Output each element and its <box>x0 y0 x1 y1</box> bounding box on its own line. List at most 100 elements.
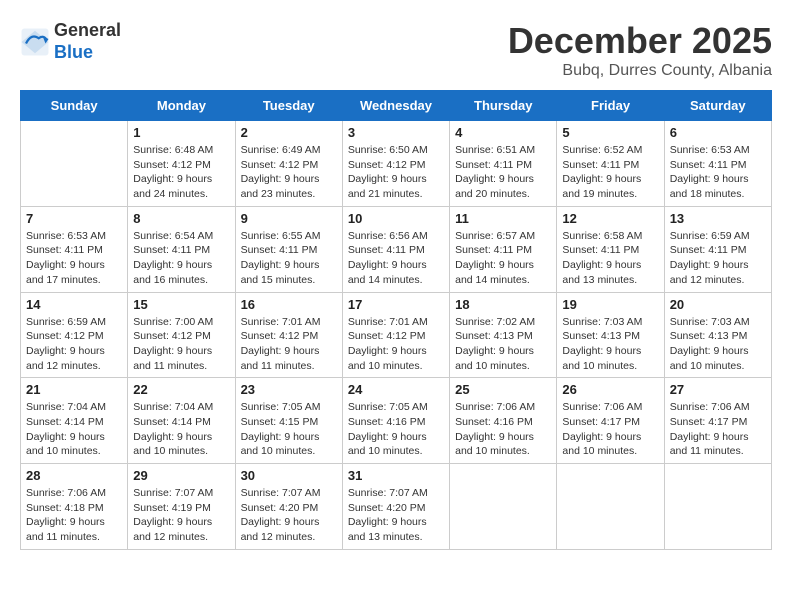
cell-info: Sunrise: 6:53 AM Sunset: 4:11 PM Dayligh… <box>670 143 766 202</box>
calendar-header-row: SundayMondayTuesdayWednesdayThursdayFrid… <box>21 91 772 121</box>
date-number: 10 <box>348 211 444 226</box>
cell-info: Sunrise: 7:00 AM Sunset: 4:12 PM Dayligh… <box>133 315 229 374</box>
date-number: 27 <box>670 382 766 397</box>
calendar-cell: 27 Sunrise: 7:06 AM Sunset: 4:17 PM Dayli… <box>664 378 771 464</box>
cell-info: Sunrise: 6:57 AM Sunset: 4:11 PM Dayligh… <box>455 229 551 288</box>
day-header-sunday: Sunday <box>21 91 128 121</box>
date-number: 12 <box>562 211 658 226</box>
calendar-cell: 17Sunrise: 7:01 AM Sunset: 4:12 PM Dayli… <box>342 292 449 378</box>
date-number: 14 <box>26 297 122 312</box>
page-header: General Blue December 2025 Bubq, Durres … <box>20 20 772 80</box>
date-number: 30 <box>241 468 337 483</box>
calendar-cell: 30 Sunrise: 7:07 AM Sunset: 4:20 PM Dayli… <box>235 464 342 550</box>
cell-info: Sunrise: 7:02 AM Sunset: 4:13 PM Dayligh… <box>455 315 551 374</box>
cell-info: Sunrise: 6:53 AM Sunset: 4:11 PM Dayligh… <box>26 229 122 288</box>
calendar-cell: 6 Sunrise: 6:53 AM Sunset: 4:11 PM Daylig… <box>664 121 771 207</box>
date-number: 23 <box>241 382 337 397</box>
date-number: 2 <box>241 125 337 140</box>
date-number: 6 <box>670 125 766 140</box>
page-title: December 2025 <box>508 20 772 62</box>
day-header-thursday: Thursday <box>450 91 557 121</box>
calendar-cell: 1 Sunrise: 6:48 AM Sunset: 4:12 PM Daylig… <box>128 121 235 207</box>
cell-info: Sunrise: 7:07 AM Sunset: 4:20 PM Dayligh… <box>241 486 337 545</box>
cell-info: Sunrise: 6:56 AM Sunset: 4:11 PM Dayligh… <box>348 229 444 288</box>
day-header-wednesday: Wednesday <box>342 91 449 121</box>
calendar-week-row: 14Sunrise: 6:59 AM Sunset: 4:12 PM Dayli… <box>21 292 772 378</box>
calendar-cell: 3 Sunrise: 6:50 AM Sunset: 4:12 PM Daylig… <box>342 121 449 207</box>
cell-info: Sunrise: 7:01 AM Sunset: 4:12 PM Dayligh… <box>241 315 337 374</box>
calendar-cell: 31Sunrise: 7:07 AM Sunset: 4:20 PM Dayli… <box>342 464 449 550</box>
calendar-cell: 19Sunrise: 7:03 AM Sunset: 4:13 PM Dayli… <box>557 292 664 378</box>
date-number: 25 <box>455 382 551 397</box>
calendar-cell: 13 Sunrise: 6:59 AM Sunset: 4:11 PM Dayli… <box>664 206 771 292</box>
logo-general-text: General <box>54 20 121 40</box>
cell-info: Sunrise: 7:03 AM Sunset: 4:13 PM Dayligh… <box>670 315 766 374</box>
date-number: 13 <box>670 211 766 226</box>
logo-icon <box>20 27 50 57</box>
calendar-cell: 20 Sunrise: 7:03 AM Sunset: 4:13 PM Dayli… <box>664 292 771 378</box>
date-number: 4 <box>455 125 551 140</box>
cell-info: Sunrise: 7:05 AM Sunset: 4:15 PM Dayligh… <box>241 400 337 459</box>
calendar-week-row: 21 Sunrise: 7:04 AM Sunset: 4:14 PM Dayli… <box>21 378 772 464</box>
date-number: 5 <box>562 125 658 140</box>
cell-info: Sunrise: 7:04 AM Sunset: 4:14 PM Dayligh… <box>26 400 122 459</box>
day-header-friday: Friday <box>557 91 664 121</box>
calendar-cell: 4Sunrise: 6:51 AM Sunset: 4:11 PM Daylig… <box>450 121 557 207</box>
date-number: 21 <box>26 382 122 397</box>
cell-info: Sunrise: 6:48 AM Sunset: 4:12 PM Dayligh… <box>133 143 229 202</box>
date-number: 16 <box>241 297 337 312</box>
calendar-cell: 26Sunrise: 7:06 AM Sunset: 4:17 PM Dayli… <box>557 378 664 464</box>
cell-info: Sunrise: 7:04 AM Sunset: 4:14 PM Dayligh… <box>133 400 229 459</box>
date-number: 8 <box>133 211 229 226</box>
calendar-cell: 7 Sunrise: 6:53 AM Sunset: 4:11 PM Daylig… <box>21 206 128 292</box>
date-number: 18 <box>455 297 551 312</box>
date-number: 1 <box>133 125 229 140</box>
calendar-cell: 25 Sunrise: 7:06 AM Sunset: 4:16 PM Dayli… <box>450 378 557 464</box>
calendar-cell: 15 Sunrise: 7:00 AM Sunset: 4:12 PM Dayli… <box>128 292 235 378</box>
calendar-cell: 23 Sunrise: 7:05 AM Sunset: 4:15 PM Dayli… <box>235 378 342 464</box>
date-number: 9 <box>241 211 337 226</box>
date-number: 28 <box>26 468 122 483</box>
cell-info: Sunrise: 6:49 AM Sunset: 4:12 PM Dayligh… <box>241 143 337 202</box>
calendar-cell: 11 Sunrise: 6:57 AM Sunset: 4:11 PM Dayli… <box>450 206 557 292</box>
day-header-saturday: Saturday <box>664 91 771 121</box>
calendar-cell <box>21 121 128 207</box>
calendar-cell: 21 Sunrise: 7:04 AM Sunset: 4:14 PM Dayli… <box>21 378 128 464</box>
calendar-table: SundayMondayTuesdayWednesdayThursdayFrid… <box>20 90 772 550</box>
date-number: 26 <box>562 382 658 397</box>
calendar-cell: 18 Sunrise: 7:02 AM Sunset: 4:13 PM Dayli… <box>450 292 557 378</box>
calendar-cell <box>450 464 557 550</box>
calendar-week-row: 7 Sunrise: 6:53 AM Sunset: 4:11 PM Daylig… <box>21 206 772 292</box>
date-number: 20 <box>670 297 766 312</box>
cell-info: Sunrise: 6:50 AM Sunset: 4:12 PM Dayligh… <box>348 143 444 202</box>
date-number: 7 <box>26 211 122 226</box>
date-number: 11 <box>455 211 551 226</box>
calendar-cell: 8Sunrise: 6:54 AM Sunset: 4:11 PM Daylig… <box>128 206 235 292</box>
calendar-cell: 22 Sunrise: 7:04 AM Sunset: 4:14 PM Dayli… <box>128 378 235 464</box>
title-area: December 2025 Bubq, Durres County, Alban… <box>508 20 772 80</box>
calendar-cell <box>664 464 771 550</box>
cell-info: Sunrise: 7:06 AM Sunset: 4:16 PM Dayligh… <box>455 400 551 459</box>
calendar-cell: 24 Sunrise: 7:05 AM Sunset: 4:16 PM Dayli… <box>342 378 449 464</box>
cell-info: Sunrise: 6:58 AM Sunset: 4:11 PM Dayligh… <box>562 229 658 288</box>
logo-blue-text: Blue <box>54 42 93 62</box>
calendar-cell: 28 Sunrise: 7:06 AM Sunset: 4:18 PM Dayli… <box>21 464 128 550</box>
cell-info: Sunrise: 6:55 AM Sunset: 4:11 PM Dayligh… <box>241 229 337 288</box>
cell-info: Sunrise: 6:59 AM Sunset: 4:11 PM Dayligh… <box>670 229 766 288</box>
date-number: 19 <box>562 297 658 312</box>
calendar-cell: 12 Sunrise: 6:58 AM Sunset: 4:11 PM Dayli… <box>557 206 664 292</box>
logo: General Blue <box>20 20 121 63</box>
cell-info: Sunrise: 7:06 AM Sunset: 4:18 PM Dayligh… <box>26 486 122 545</box>
cell-info: Sunrise: 7:05 AM Sunset: 4:16 PM Dayligh… <box>348 400 444 459</box>
date-number: 22 <box>133 382 229 397</box>
calendar-cell: 29Sunrise: 7:07 AM Sunset: 4:19 PM Dayli… <box>128 464 235 550</box>
date-number: 24 <box>348 382 444 397</box>
date-number: 15 <box>133 297 229 312</box>
cell-info: Sunrise: 7:06 AM Sunset: 4:17 PM Dayligh… <box>670 400 766 459</box>
cell-info: Sunrise: 7:07 AM Sunset: 4:19 PM Dayligh… <box>133 486 229 545</box>
calendar-cell: 5 Sunrise: 6:52 AM Sunset: 4:11 PM Daylig… <box>557 121 664 207</box>
page-subtitle: Bubq, Durres County, Albania <box>508 62 772 80</box>
cell-info: Sunrise: 6:52 AM Sunset: 4:11 PM Dayligh… <box>562 143 658 202</box>
calendar-cell <box>557 464 664 550</box>
date-number: 3 <box>348 125 444 140</box>
